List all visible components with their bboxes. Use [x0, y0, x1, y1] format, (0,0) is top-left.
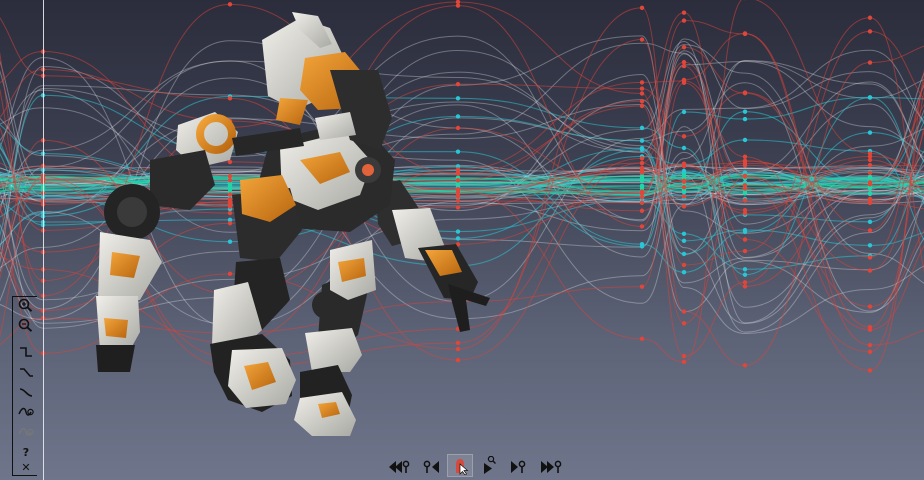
zoom-in-button[interactable]: [16, 297, 36, 313]
tangent-toolbar: ? ✕: [12, 296, 37, 476]
last-key-button[interactable]: [538, 456, 562, 476]
record-key-button[interactable]: [447, 454, 473, 477]
close-icon: ✕: [21, 460, 31, 474]
step-tangent-icon: [20, 347, 32, 357]
next-key-icon: [511, 460, 526, 473]
linear-tangent-button[interactable]: [16, 364, 36, 380]
record-key-icon: [456, 459, 469, 476]
auto-tangent-button[interactable]: [16, 424, 36, 440]
first-key-button[interactable]: [386, 456, 410, 476]
smooth-tangent-button[interactable]: [16, 384, 36, 400]
help-icon: ?: [22, 445, 30, 459]
close-button[interactable]: ✕: [16, 459, 36, 475]
last-key-icon: [541, 460, 562, 473]
magnifier-minus-icon: [18, 318, 33, 332]
graph-editor-viewport[interactable]: [0, 0, 924, 480]
previous-key-button[interactable]: [420, 456, 444, 476]
step-tangent-button[interactable]: [16, 344, 36, 360]
first-key-icon: [389, 460, 410, 473]
play-button[interactable]: [477, 455, 501, 476]
playback-controls: [384, 452, 574, 478]
ease-tangent-icon: [18, 407, 34, 416]
linear-tangent-icon: [20, 368, 33, 377]
robot-character-model: [96, 12, 490, 436]
help-button[interactable]: ?: [16, 444, 36, 460]
next-key-button[interactable]: [506, 456, 530, 476]
magnifier-plus-icon: [18, 298, 33, 312]
smooth-tangent-icon: [19, 388, 33, 397]
play-icon: [484, 455, 496, 474]
auto-tangent-icon: [18, 427, 34, 436]
zoom-out-button[interactable]: [16, 317, 36, 333]
previous-key-icon: [423, 460, 439, 473]
ease-tangent-button[interactable]: [16, 404, 36, 420]
